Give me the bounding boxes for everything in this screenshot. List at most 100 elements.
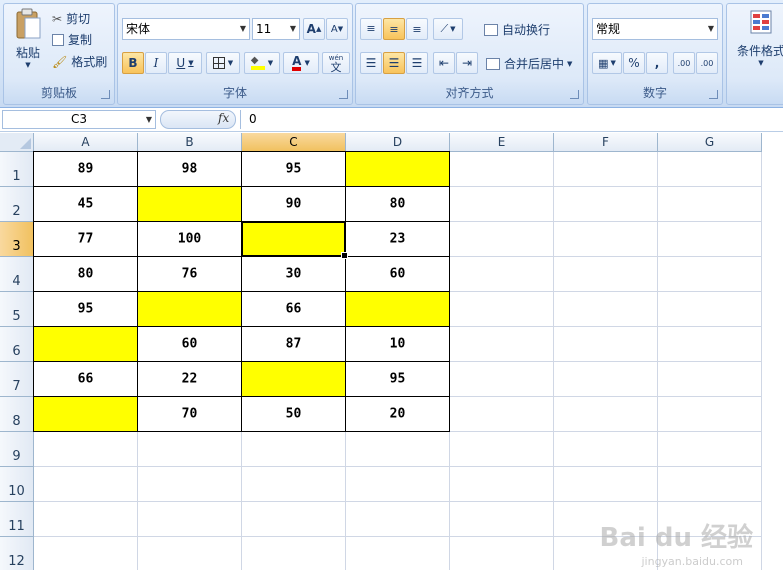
cell-d11[interactable] [346, 502, 450, 537]
border-button[interactable]: ▼ [206, 52, 240, 74]
cell-g5[interactable] [658, 292, 762, 327]
worksheet-grid[interactable]: A B C D E F G 1 89 98 95 2 45 90 80 3 77 100 23 4 80 76 30 60 5 9… [0, 133, 783, 570]
cell-g7[interactable] [658, 362, 762, 397]
cell-g9[interactable] [658, 432, 762, 467]
cell-a12[interactable] [34, 537, 138, 570]
cell-g1[interactable] [658, 152, 762, 187]
cell-e6[interactable] [450, 327, 554, 362]
select-all-button[interactable] [0, 133, 34, 152]
align-right-button[interactable]: ☰ [406, 52, 428, 74]
column-header-a[interactable]: A [34, 133, 138, 152]
cell-a5[interactable]: 95 [34, 292, 138, 327]
wrap-text-button[interactable]: 自动换行 [484, 21, 550, 38]
formula-input[interactable]: 0 [240, 110, 783, 129]
cell-g10[interactable] [658, 467, 762, 502]
row-header-11[interactable]: 11 [0, 502, 34, 537]
cell-e5[interactable] [450, 292, 554, 327]
paste-button[interactable]: 粘贴 ▼ [10, 8, 46, 80]
cell-e9[interactable] [450, 432, 554, 467]
dialog-launcher-icon[interactable] [570, 90, 579, 99]
cell-a8[interactable] [34, 397, 138, 432]
cell-c7[interactable] [242, 362, 346, 397]
align-center-button[interactable]: ☰ [383, 52, 405, 74]
cell-e11[interactable] [450, 502, 554, 537]
font-size-combo[interactable]: 11 ▼ [252, 18, 300, 40]
align-bottom-button[interactable]: ≡ [406, 18, 428, 40]
cell-g2[interactable] [658, 187, 762, 222]
cell-g3[interactable] [658, 222, 762, 257]
cell-b8[interactable]: 70 [138, 397, 242, 432]
align-top-button[interactable]: ≡ [360, 18, 382, 40]
insert-function-icon[interactable]: fx [218, 111, 229, 125]
cell-d5[interactable] [346, 292, 450, 327]
cell-e8[interactable] [450, 397, 554, 432]
cell-b5[interactable] [138, 292, 242, 327]
dialog-launcher-icon[interactable] [101, 90, 110, 99]
merge-center-button[interactable]: 合并后居中 ▼ [486, 55, 572, 72]
row-header-10[interactable]: 10 [0, 467, 34, 502]
cell-a10[interactable] [34, 467, 138, 502]
row-header-1[interactable]: 1 [0, 152, 34, 187]
grow-font-button[interactable]: A ▲ [303, 18, 325, 40]
row-header-2[interactable]: 2 [0, 187, 34, 222]
dialog-launcher-icon[interactable] [709, 90, 718, 99]
cell-d7[interactable]: 95 [346, 362, 450, 397]
italic-button[interactable]: I [145, 52, 167, 74]
column-header-f[interactable]: F [554, 133, 658, 152]
cell-f8[interactable] [554, 397, 658, 432]
underline-button[interactable]: U ▼ [168, 52, 202, 74]
row-header-6[interactable]: 6 [0, 327, 34, 362]
column-header-g[interactable]: G [658, 133, 762, 152]
decrease-indent-button[interactable]: ⇤ [433, 52, 455, 74]
cell-c10[interactable] [242, 467, 346, 502]
cell-g6[interactable] [658, 327, 762, 362]
align-left-button[interactable]: ☰ [360, 52, 382, 74]
cell-d12[interactable] [346, 537, 450, 570]
cell-f10[interactable] [554, 467, 658, 502]
row-header-8[interactable]: 8 [0, 397, 34, 432]
column-header-d[interactable]: D [346, 133, 450, 152]
increase-decimal-button[interactable]: .00 [673, 52, 695, 74]
decrease-decimal-button[interactable]: .00 [696, 52, 718, 74]
cell-c4[interactable]: 30 [242, 257, 346, 292]
phonetic-button[interactable]: wén 文 [322, 52, 350, 74]
cell-c5[interactable]: 66 [242, 292, 346, 327]
fill-color-button[interactable]: ◆ ▼ [244, 52, 280, 74]
cell-c11[interactable] [242, 502, 346, 537]
cell-e2[interactable] [450, 187, 554, 222]
cell-a3[interactable]: 77 [34, 222, 138, 257]
cell-a9[interactable] [34, 432, 138, 467]
name-box[interactable]: C3 ▼ [2, 110, 156, 129]
cell-b4[interactable]: 76 [138, 257, 242, 292]
comma-button[interactable]: , [646, 52, 668, 74]
bold-button[interactable]: B [122, 52, 144, 74]
row-header-7[interactable]: 7 [0, 362, 34, 397]
cell-f5[interactable] [554, 292, 658, 327]
cut-button[interactable]: ✂ 剪切 [52, 10, 90, 27]
cell-c12[interactable] [242, 537, 346, 570]
currency-button[interactable]: ▦ ▼ [592, 52, 622, 74]
increase-indent-button[interactable]: ⇥ [456, 52, 478, 74]
cell-d1[interactable] [346, 152, 450, 187]
cell-c2[interactable]: 90 [242, 187, 346, 222]
cell-d3[interactable]: 23 [346, 222, 450, 257]
cell-d6[interactable]: 10 [346, 327, 450, 362]
cell-b12[interactable] [138, 537, 242, 570]
cell-f9[interactable] [554, 432, 658, 467]
cell-g8[interactable] [658, 397, 762, 432]
cell-e1[interactable] [450, 152, 554, 187]
row-header-5[interactable]: 5 [0, 292, 34, 327]
cell-b10[interactable] [138, 467, 242, 502]
column-header-c[interactable]: C [242, 133, 346, 152]
orientation-button[interactable]: ⟋ ▼ [433, 18, 463, 40]
cell-f7[interactable] [554, 362, 658, 397]
cell-g4[interactable] [658, 257, 762, 292]
percent-button[interactable]: % [623, 52, 645, 74]
row-header-12[interactable]: 12 [0, 537, 34, 570]
cell-a7[interactable]: 66 [34, 362, 138, 397]
cell-d9[interactable] [346, 432, 450, 467]
cell-b7[interactable]: 22 [138, 362, 242, 397]
font-color-button[interactable]: A ▼ [283, 52, 319, 74]
cell-f3[interactable] [554, 222, 658, 257]
cell-b9[interactable] [138, 432, 242, 467]
